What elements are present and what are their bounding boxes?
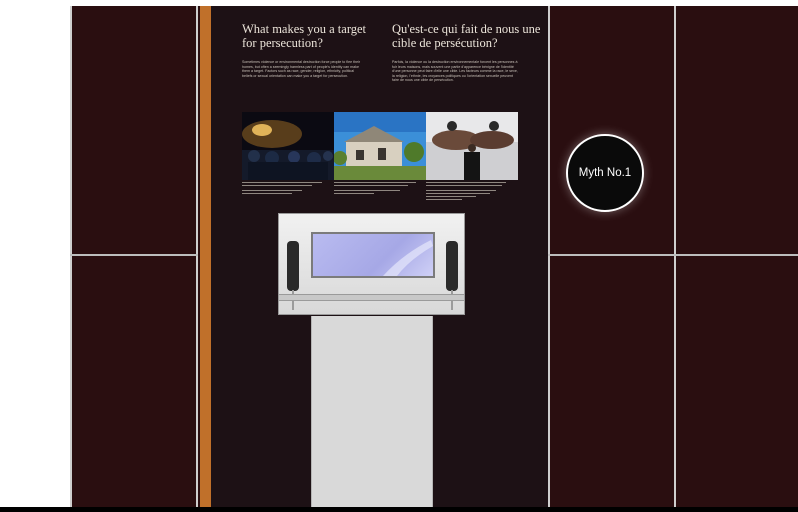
- kiosk-shelf: [279, 294, 464, 301]
- handset-icon[interactable]: [446, 241, 458, 291]
- panel-seam: [674, 6, 676, 508]
- floor-line: [0, 507, 798, 512]
- caption-lines: [334, 182, 422, 203]
- panel-title-fr: Qu'est-ce qui fait de nous une cible de …: [392, 22, 541, 50]
- kiosk-pedestal: [311, 316, 433, 508]
- kiosk-screen[interactable]: [311, 232, 435, 278]
- accent-stripe: [200, 6, 211, 508]
- handset-icon[interactable]: [287, 241, 299, 291]
- panel-title-en: What makes you a target for persecution?: [242, 22, 367, 50]
- panel-body-en: Sometimes violence or environmental dest…: [242, 60, 361, 78]
- photo-riot-police: [242, 112, 334, 180]
- caption-lines: [242, 182, 330, 203]
- myth-badge[interactable]: Myth No.1: [566, 134, 644, 212]
- panel-seam: [70, 254, 198, 256]
- audio-kiosk: [278, 213, 465, 315]
- panel-body-fr: Parfois, la violence ou la destruction e…: [392, 60, 518, 83]
- panel-seam: [196, 6, 198, 508]
- photo-sculpture-man: [426, 112, 518, 180]
- photo-ruined-house: [334, 112, 426, 180]
- caption-lines: [426, 182, 514, 207]
- panel-seam: [70, 6, 72, 508]
- panel-seam: [548, 6, 550, 508]
- panel-seam: [548, 254, 798, 256]
